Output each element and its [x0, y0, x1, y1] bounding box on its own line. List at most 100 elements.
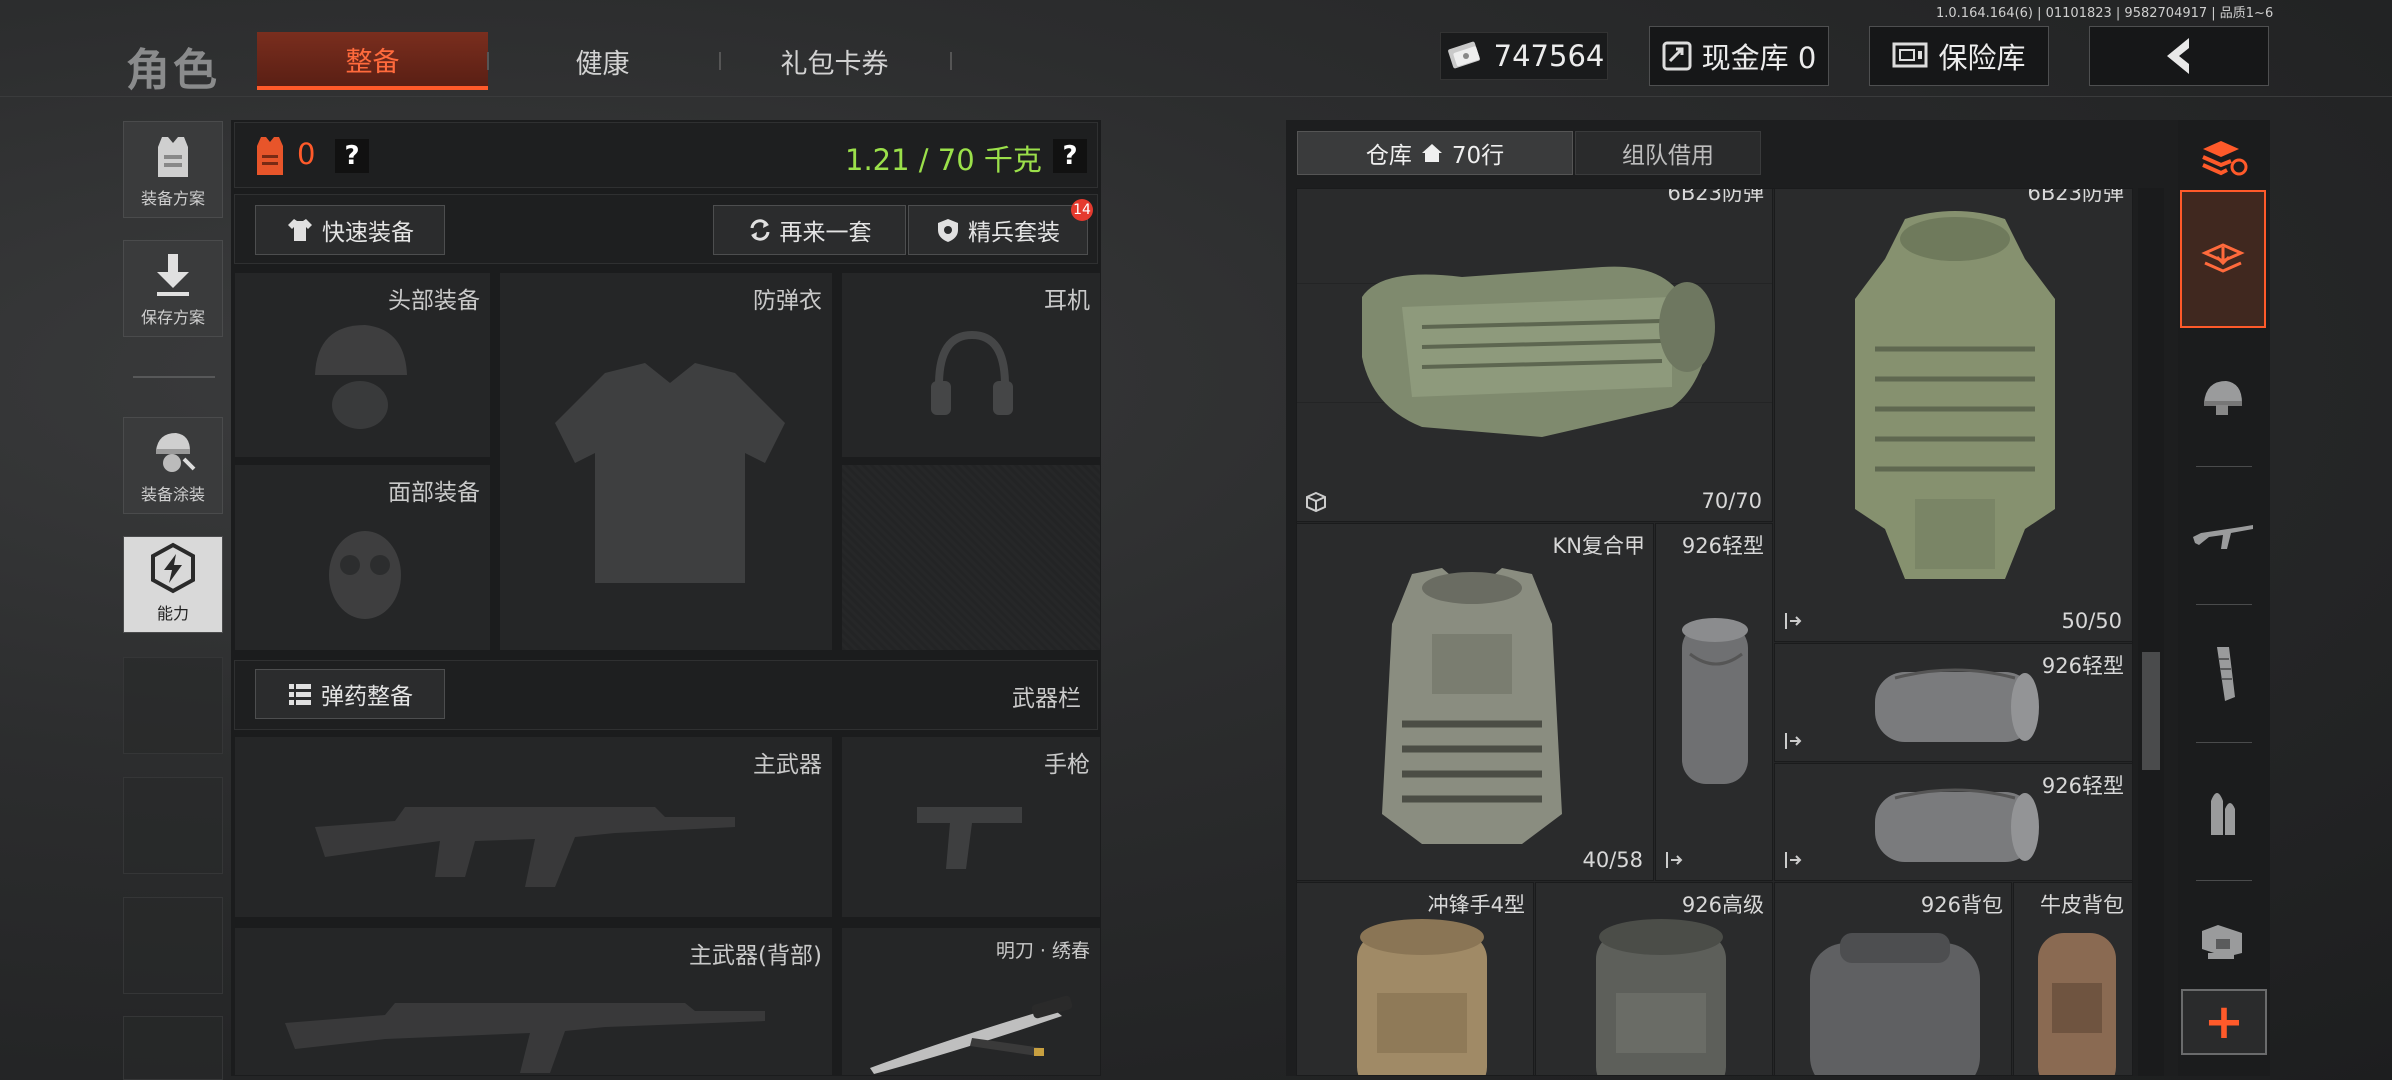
backpack-leather-icon — [2032, 923, 2122, 1075]
transfer-icon — [1783, 731, 1803, 751]
transfer-icon — [1664, 850, 1684, 870]
shield-icon — [936, 217, 960, 243]
lightning-hex-icon — [147, 542, 199, 594]
armor-count: 0 — [297, 137, 316, 171]
banknote-icon — [1444, 41, 1484, 71]
another-set-button[interactable]: 再来一套 — [713, 205, 906, 255]
armor-silhouette-icon — [535, 353, 805, 593]
magazine-icon[interactable] — [2180, 614, 2266, 732]
helmet-icon[interactable] — [2180, 338, 2266, 456]
sight-icon[interactable] — [2180, 890, 2266, 990]
cash-vault-button[interactable]: 现金库 0 — [1649, 26, 1829, 86]
armor-vest-camo-icon — [1342, 237, 1732, 447]
sidebar-item-save-plan[interactable]: 保存方案 — [123, 240, 223, 337]
item-name: 926轻型 — [2041, 774, 2124, 798]
body-armor-slot[interactable]: 防弹衣 — [499, 272, 833, 651]
sidebar-item-label: 保存方案 — [140, 308, 205, 327]
sidebar-item-ability[interactable]: 能力 — [123, 536, 223, 633]
mask-silhouette-icon — [320, 525, 410, 625]
tab-warehouse[interactable]: 仓库 70行 — [1297, 131, 1573, 175]
insurance-vault-button[interactable]: 保险库 — [1869, 26, 2049, 86]
shirt-icon — [286, 217, 314, 243]
head-gear-slot[interactable]: 头部装备 — [234, 272, 491, 458]
tab-warehouse-label: 仓库 — [1365, 143, 1412, 169]
headset-slot[interactable]: 耳机 — [841, 272, 1101, 458]
weight-value: 1.21 / 70 千克 — [845, 143, 1042, 177]
headset-silhouette-icon — [927, 325, 1017, 435]
armor-vest-icon — [253, 135, 287, 177]
item-name: 牛皮背包 — [2040, 893, 2124, 917]
duffel-bag-icon — [1676, 614, 1756, 794]
tab-health[interactable]: 健康 — [490, 32, 715, 90]
layers-download-icon — [2201, 237, 2245, 281]
currency-amount: 747564 — [1493, 39, 1605, 73]
paint-helmet-icon — [148, 425, 198, 475]
sidebar-item-label: 装备方案 — [140, 189, 205, 208]
slot-label: 面部装备 — [388, 480, 480, 506]
primary-weapon-slot[interactable]: 主武器 — [234, 736, 833, 918]
storage-item[interactable]: 926轻型 — [1655, 523, 1773, 881]
storage-item[interactable]: 926背包 — [1774, 882, 2012, 1076]
sidebar-empty-slot — [123, 1016, 223, 1080]
tab-team-borrow[interactable]: 组队借用 — [1575, 131, 1761, 175]
sidebar-item-paint[interactable]: 装备涂装 — [123, 417, 223, 514]
safe-icon — [1892, 42, 1928, 70]
refresh-icon — [748, 218, 772, 242]
ammo-equip-button[interactable]: 弹药整备 — [255, 669, 445, 719]
slot-label: 主武器(背部) — [689, 943, 822, 969]
tab-health-label: 健康 — [575, 48, 630, 80]
rifle-silhouette-icon — [315, 777, 735, 897]
warehouse-rows: 70行 — [1451, 143, 1505, 169]
back-button[interactable] — [2089, 26, 2269, 86]
help-icon[interactable]: ? — [335, 139, 369, 173]
sidebar-empty-slot — [123, 657, 223, 754]
weight-help-icon[interactable]: ? — [1053, 139, 1087, 173]
storage-item[interactable]: 926高级 — [1535, 882, 1773, 1076]
item-durability: 70/70 — [1701, 489, 1762, 513]
storage-scrollbar[interactable] — [2138, 188, 2164, 1076]
ammo-icon[interactable] — [2180, 752, 2266, 870]
game-screen: 1.0.164.164(6) | 01101823 | 9582704917 |… — [0, 0, 2392, 1080]
tab-divider — [487, 52, 489, 70]
pistol-slot[interactable]: 手枪 — [841, 736, 1101, 918]
storage-item[interactable]: 926轻型 — [1774, 643, 2133, 762]
quick-equip-button[interactable]: 快速装备 — [255, 205, 445, 255]
sidebar-item-loadout-plan[interactable]: 装备方案 — [123, 121, 223, 218]
backpack-camo-icon — [1586, 913, 1736, 1075]
storage-item[interactable]: 926轻型 — [1774, 763, 2133, 881]
weapon-bar-label: 武器栏 — [1012, 686, 1081, 712]
back-arrow-icon — [2157, 36, 2201, 76]
tab-gift-cards-label: 礼包卡券 — [780, 48, 889, 80]
category-storage-active[interactable] — [2180, 190, 2266, 328]
sword-icon — [862, 978, 1092, 1078]
tab-gift-cards[interactable]: 礼包卡券 — [722, 32, 947, 90]
stack-refresh-icon[interactable] — [2180, 124, 2266, 190]
storage-item[interactable]: 6B23防弹 70/70 — [1296, 188, 1773, 522]
add-button[interactable]: + — [2181, 989, 2267, 1055]
storage-item[interactable]: 冲锋手4型 — [1296, 882, 1534, 1076]
pistol-silhouette-icon — [912, 797, 1032, 877]
item-name: KN复合甲 — [1552, 534, 1645, 558]
rifle-icon[interactable] — [2180, 476, 2266, 594]
elite-set-button[interactable]: 精兵套装 — [908, 205, 1088, 255]
storage-item[interactable]: KN复合甲 40/58 — [1296, 523, 1654, 881]
currency-display: 747564 — [1440, 32, 1608, 80]
storage-item[interactable]: 6B23防弹 50/50 — [1774, 188, 2133, 642]
another-set-label: 再来一套 — [779, 220, 872, 246]
backpack-grey-icon — [1800, 923, 1990, 1075]
notification-badge: 14 — [1071, 199, 1093, 221]
storage-scroll-thumb[interactable] — [2142, 652, 2160, 770]
face-gear-slot[interactable]: 面部装备 — [234, 464, 491, 651]
primary-weapon-back-slot[interactable]: 主武器(背部) — [234, 927, 833, 1076]
rail-divider — [2196, 466, 2252, 467]
melee-slot[interactable]: 明刀 · 绣春 — [841, 927, 1101, 1076]
tab-equip[interactable]: 整备 — [257, 32, 488, 90]
storage-item[interactable]: 牛皮背包 — [2013, 882, 2133, 1076]
item-durability: 50/50 — [2061, 609, 2122, 633]
home-icon — [1420, 142, 1444, 164]
slot-label: 主武器 — [753, 752, 822, 778]
sidebar-item-label: 装备涂装 — [140, 485, 205, 504]
duffel-bag-icon — [1865, 778, 2045, 874]
vest-icon — [148, 133, 198, 179]
slot-label: 手枪 — [1044, 752, 1090, 778]
